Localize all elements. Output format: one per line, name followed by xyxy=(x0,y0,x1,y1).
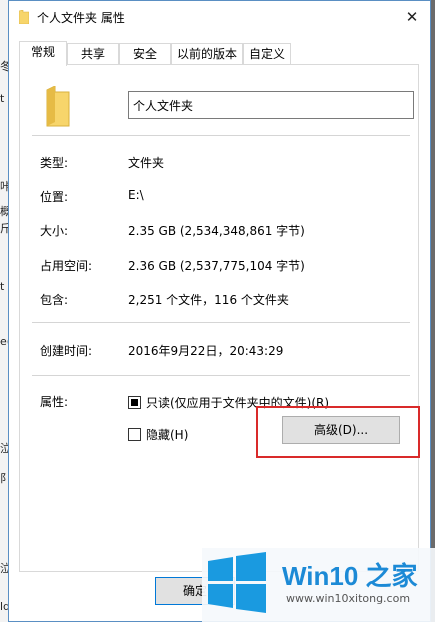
watermark-title: Win10 之家 xyxy=(282,561,418,591)
created-value: 2016年9月22日，20:43:29 xyxy=(128,344,284,358)
windows-logo-icon xyxy=(208,552,266,613)
type-value: 文件夹 xyxy=(128,156,165,170)
folder-name-field[interactable] xyxy=(128,91,414,119)
general-tab-panel: 类型: 文件夹 位置: E:\ 大小: 2.35 GB (2,534,348,8… xyxy=(19,64,419,572)
separator xyxy=(32,322,410,323)
tab-customize[interactable]: 自定义 xyxy=(243,43,291,65)
properties-dialog: 个人文件夹 属性 ✕ 常规 共享 安全 以前的版本 自定义 类型: 文件夹 位置… xyxy=(8,0,431,622)
close-icon: ✕ xyxy=(405,8,419,26)
contains-value: 2,251 个文件，116 个文件夹 xyxy=(128,293,289,307)
hidden-checkbox[interactable] xyxy=(128,428,141,441)
size-value: 2.35 GB (2,534,348,861 字节) xyxy=(128,224,305,238)
title-bar: 个人文件夹 属性 ✕ xyxy=(9,1,430,33)
close-button[interactable]: ✕ xyxy=(400,5,424,29)
watermark: Win10 之家 www.win10xitong.com xyxy=(202,548,435,622)
location-label: 位置: xyxy=(40,190,69,204)
folder-icon xyxy=(46,86,70,127)
window-title: 个人文件夹 属性 xyxy=(37,11,125,25)
watermark-url: www.win10xitong.com xyxy=(286,592,411,605)
contains-label: 包含: xyxy=(40,293,69,307)
separator xyxy=(32,135,410,136)
hidden-checkbox-row[interactable]: 隐藏(H) xyxy=(128,426,188,443)
tab-security[interactable]: 安全 xyxy=(119,43,171,65)
type-label: 类型: xyxy=(40,156,69,170)
tab-sharing[interactable]: 共享 xyxy=(67,43,119,65)
tab-previous-versions[interactable]: 以前的版本 xyxy=(171,43,243,65)
disk-size-value: 2.36 GB (2,537,775,104 字节) xyxy=(128,259,305,273)
tab-general[interactable]: 常规 xyxy=(19,41,67,66)
created-label: 创建时间: xyxy=(40,344,93,358)
hidden-label: 隐藏(H) xyxy=(146,428,189,442)
size-label: 大小: xyxy=(40,224,69,238)
disk-size-label: 占用空间: xyxy=(40,259,93,273)
tab-strip: 常规 共享 安全 以前的版本 自定义 xyxy=(19,41,419,66)
highlight-box xyxy=(256,406,420,458)
folder-icon xyxy=(19,10,29,24)
location-value: E:\ xyxy=(128,188,144,202)
separator xyxy=(32,375,410,376)
readonly-checkbox[interactable] xyxy=(128,396,141,409)
attributes-label: 属性: xyxy=(40,395,69,409)
